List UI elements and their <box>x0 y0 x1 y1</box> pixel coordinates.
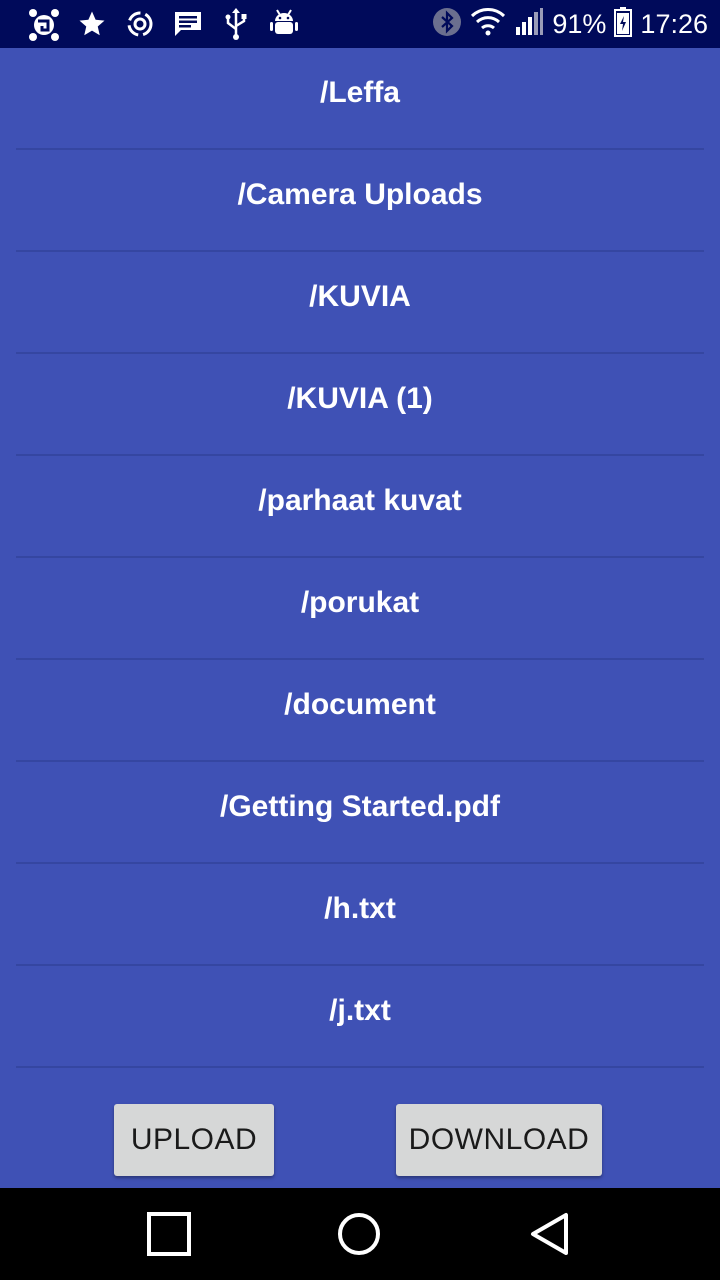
file-label: /parhaat kuvat <box>258 484 462 517</box>
file-label: /h.txt <box>324 892 396 925</box>
signal-icon <box>514 7 544 42</box>
file-list: /Leffa /Camera Uploads /KUVIA /KUVIA (1)… <box>0 48 720 1068</box>
battery-percent: 91% <box>552 8 607 39</box>
navigation-bar <box>0 1188 720 1280</box>
avast-icon <box>20 0 68 48</box>
file-label: /j.txt <box>329 994 391 1027</box>
file-browser: /Leffa /Camera Uploads /KUVIA /KUVIA (1)… <box>0 48 720 1188</box>
file-label: /Camera Uploads <box>237 178 483 211</box>
file-label: /Getting Started.pdf <box>220 790 500 823</box>
sync-icon <box>116 0 164 48</box>
system-status: 91% 17:26 <box>432 6 708 42</box>
android-debug-icon <box>260 0 308 48</box>
list-item[interactable]: /j.txt <box>0 966 720 1068</box>
list-item[interactable]: /parhaat kuvat <box>0 456 720 558</box>
divider <box>16 1066 704 1068</box>
home-icon[interactable] <box>327 1202 391 1266</box>
message-icon <box>164 0 212 48</box>
file-label: /Leffa <box>319 76 400 109</box>
file-label: /document <box>284 688 436 721</box>
download-button[interactable]: DOWNLOAD <box>396 1104 602 1176</box>
file-label: /KUVIA (1) <box>287 382 433 415</box>
upload-button[interactable]: UPLOAD <box>114 1104 274 1176</box>
usb-icon <box>212 0 260 48</box>
list-item[interactable]: /KUVIA (1) <box>0 354 720 456</box>
list-item[interactable]: /Leffa <box>0 48 720 150</box>
list-item[interactable]: /document <box>0 660 720 762</box>
bluetooth-icon <box>432 7 462 42</box>
list-item[interactable]: /KUVIA <box>0 252 720 354</box>
clock: 17:26 <box>640 8 708 39</box>
back-icon[interactable] <box>518 1202 582 1266</box>
star-icon <box>68 0 116 48</box>
list-item[interactable]: /Camera Uploads <box>0 150 720 252</box>
battery-icon <box>614 6 633 42</box>
wifi-icon <box>470 7 506 42</box>
action-buttons: UPLOAD DOWNLOAD <box>0 1104 720 1176</box>
list-item[interactable]: /Getting Started.pdf <box>0 762 720 864</box>
file-label: /KUVIA <box>309 280 411 313</box>
notification-icons <box>20 0 432 48</box>
recents-icon[interactable] <box>137 1202 201 1266</box>
file-label: /porukat <box>300 586 420 619</box>
status-bar: 91% 17:26 <box>0 0 720 48</box>
list-item[interactable]: /porukat <box>0 558 720 660</box>
list-item[interactable]: /h.txt <box>0 864 720 966</box>
